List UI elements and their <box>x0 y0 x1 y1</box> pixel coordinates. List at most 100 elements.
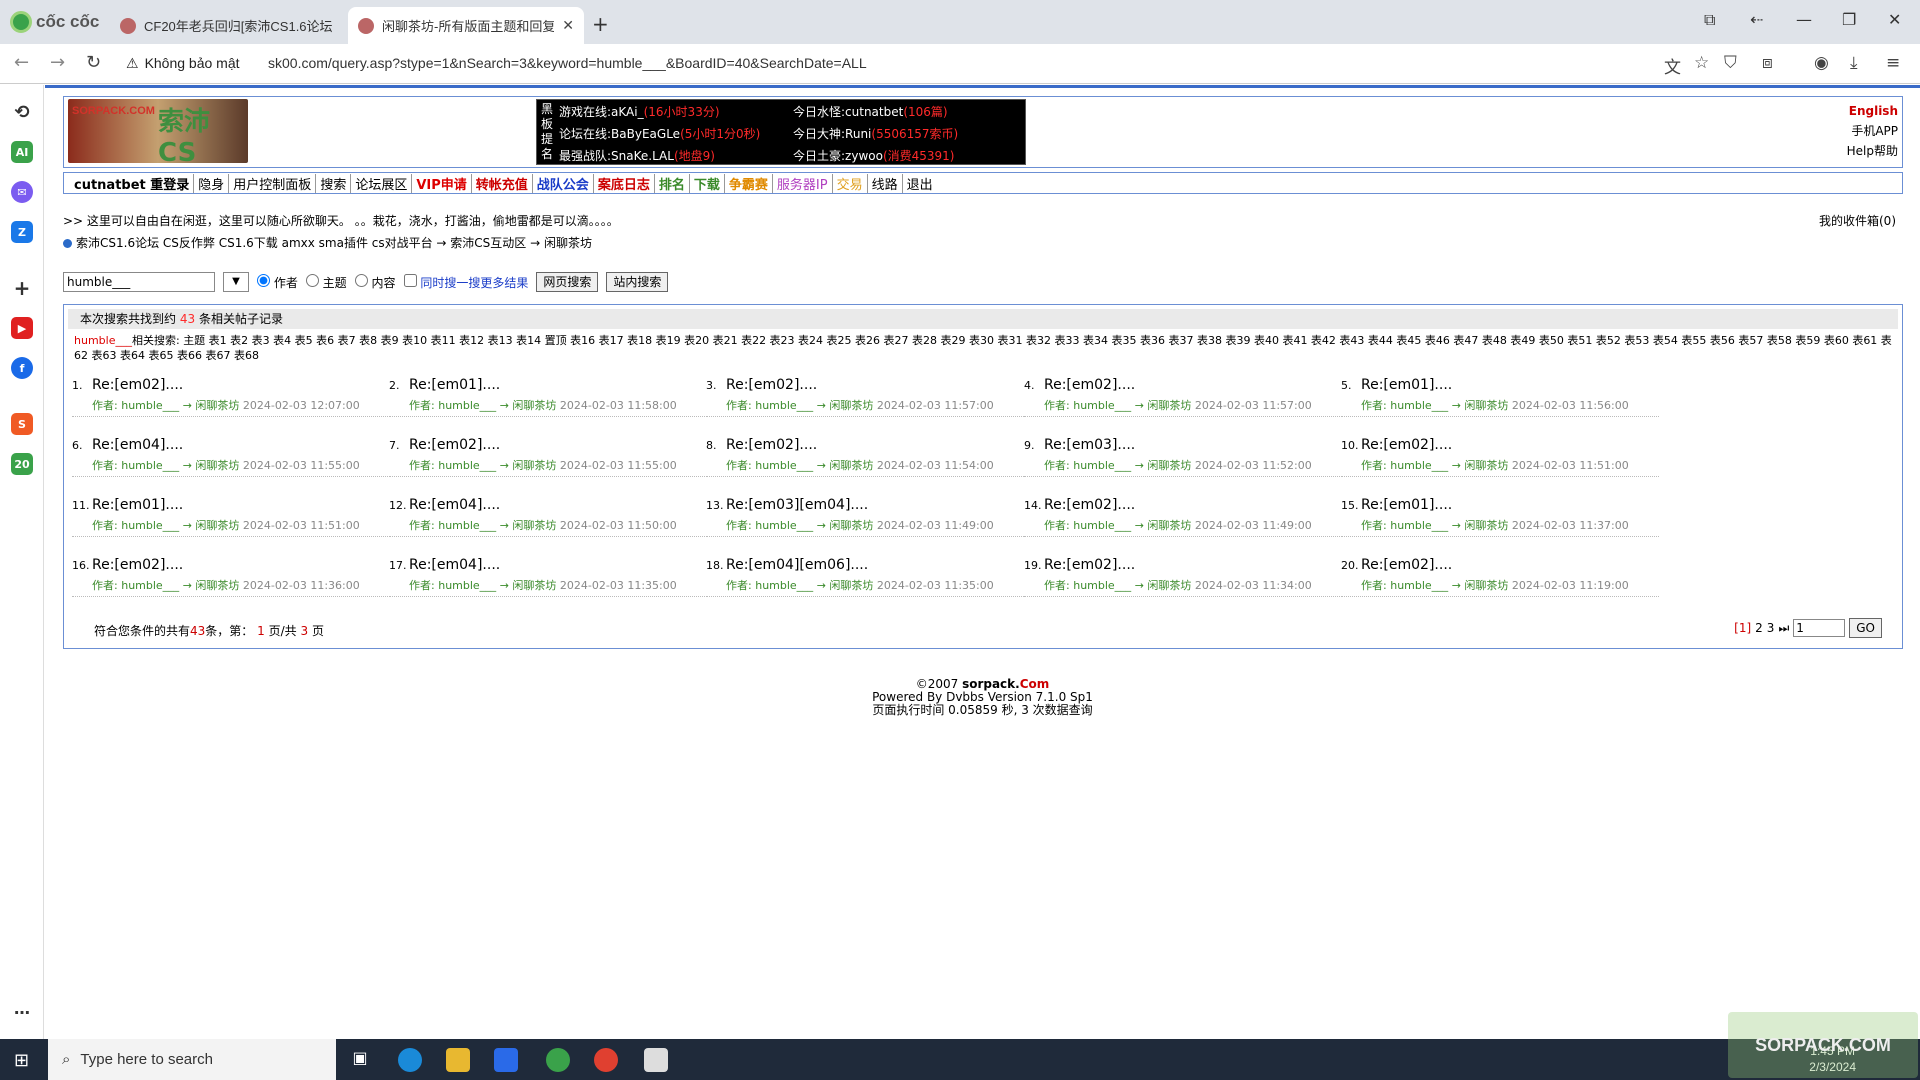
result-title-link[interactable]: Re:[em02].... <box>726 377 817 393</box>
new-tab-button[interactable]: + <box>592 12 609 36</box>
result-board-link[interactable]: 闲聊茶坊 <box>512 399 556 412</box>
result-board-link[interactable]: 闲聊茶坊 <box>512 459 556 472</box>
more-results-label[interactable]: 同时搜一搜更多结果 <box>403 273 528 291</box>
result-title-link[interactable]: Re:[em03].... <box>1044 437 1135 453</box>
result-author-link[interactable]: humble___ <box>438 399 496 412</box>
result-board-link[interactable]: 闲聊茶坊 <box>1147 459 1191 472</box>
menu-championship[interactable]: 争霸赛 <box>725 173 773 193</box>
site-name[interactable]: sorpack. <box>962 677 1020 691</box>
windows-start-icon[interactable]: ⊞ <box>14 1050 29 1071</box>
extensions-icon[interactable]: ⧈ <box>1762 53 1773 73</box>
result-board-link[interactable]: 闲聊茶坊 <box>512 579 556 592</box>
result-board-link[interactable]: 闲聊茶坊 <box>195 519 239 532</box>
result-title-link[interactable]: Re:[em02].... <box>409 437 500 453</box>
result-board-link[interactable]: 闲聊茶坊 <box>1464 519 1508 532</box>
result-title-link[interactable]: Re:[em03][em04].... <box>726 497 868 513</box>
result-board-link[interactable]: 闲聊茶坊 <box>195 579 239 592</box>
menu-trade[interactable]: 交易 <box>833 173 868 193</box>
top-master-user[interactable]: 今日大神:Runi <box>793 127 871 141</box>
restore-button[interactable]: ❐ <box>1842 10 1856 29</box>
result-board-link[interactable]: 闲聊茶坊 <box>195 399 239 412</box>
result-board-link[interactable]: 闲聊茶坊 <box>829 399 873 412</box>
menu-vip[interactable]: VIP申请 <box>412 173 472 193</box>
close-tab-icon[interactable]: ✕ <box>562 17 574 34</box>
result-title-link[interactable]: Re:[em02].... <box>1044 497 1135 513</box>
result-title-link[interactable]: Re:[em02].... <box>1044 377 1135 393</box>
result-title-link[interactable]: Re:[em01].... <box>92 497 183 513</box>
result-author-link[interactable]: humble___ <box>1073 399 1131 412</box>
result-board-link[interactable]: 闲聊茶坊 <box>512 519 556 532</box>
result-author-link[interactable]: humble___ <box>1390 579 1448 592</box>
result-board-link[interactable]: 闲聊茶坊 <box>829 579 873 592</box>
store-icon[interactable] <box>494 1048 518 1072</box>
subject-radio-label[interactable]: 主题 <box>305 273 347 291</box>
result-title-link[interactable]: Re:[em04].... <box>92 437 183 453</box>
result-board-link[interactable]: 闲聊茶坊 <box>1464 579 1508 592</box>
result-title-link[interactable]: Re:[em02].... <box>92 557 183 573</box>
result-title-link[interactable]: Re:[em01].... <box>1361 377 1452 393</box>
site-domain[interactable]: Com <box>1020 677 1050 691</box>
coccoc-logo[interactable]: cốc cốc <box>10 9 99 35</box>
last-page-icon[interactable]: ⏭ <box>1778 621 1789 636</box>
menu-logout[interactable]: 退出 <box>903 174 937 193</box>
game-online-user[interactable]: 游戏在线:aKAi_ <box>559 105 644 119</box>
result-author-link[interactable]: humble___ <box>121 399 179 412</box>
related-terms[interactable]: 主题 表1 表2 表3 表4 表5 表6 表7 表8 表9 表10 表11 表1… <box>74 334 1892 362</box>
menu-team-guild[interactable]: 战队公会 <box>533 173 594 193</box>
bookmark-star-icon[interactable]: ☆ <box>1694 53 1709 73</box>
tab-chat-room[interactable]: 闲聊茶坊-所有版面主题和回复 ✕ <box>348 7 584 44</box>
result-board-link[interactable]: 闲聊茶坊 <box>1464 399 1508 412</box>
forward-icon[interactable]: → <box>50 52 65 73</box>
water-monster-user[interactable]: 今日水怪:cutnatbet <box>793 105 903 119</box>
related-user[interactable]: humble___ <box>74 334 132 347</box>
content-radio[interactable] <box>354 273 368 287</box>
result-title-link[interactable]: Re:[em02].... <box>1361 437 1452 453</box>
mobile-app-link[interactable]: 手机APP <box>1847 121 1898 141</box>
result-author-link[interactable]: humble___ <box>438 459 496 472</box>
menu-exhibit[interactable]: 论坛展区 <box>351 173 413 193</box>
result-title-link[interactable]: Re:[em02].... <box>1044 557 1135 573</box>
inbox-link[interactable]: 我的收件箱(0) <box>1819 212 1896 229</box>
download-icon[interactable]: ⤓ <box>1850 53 1858 73</box>
subject-radio[interactable] <box>305 273 319 287</box>
result-board-link[interactable]: 闲聊茶坊 <box>195 459 239 472</box>
rich-user[interactable]: 今日土豪:zywoo <box>793 149 883 163</box>
result-author-link[interactable]: humble___ <box>121 519 179 532</box>
result-title-link[interactable]: Re:[em02].... <box>92 377 183 393</box>
back-icon[interactable]: ← <box>14 52 29 73</box>
menu-download[interactable]: 下载 <box>690 173 725 193</box>
result-title-link[interactable]: Re:[em04].... <box>409 497 500 513</box>
menu-control-panel[interactable]: 用户控制面板 <box>229 173 317 193</box>
site-search-button[interactable]: 站内搜索 <box>606 272 669 292</box>
add-app-icon[interactable]: + <box>11 276 33 300</box>
reload-icon[interactable]: ↻ <box>86 52 101 73</box>
result-author-link[interactable]: humble___ <box>755 459 813 472</box>
taskbar-search[interactable]: ⌕ Type here to search <box>48 1039 336 1080</box>
more-results-checkbox[interactable] <box>403 273 417 287</box>
coccoc-taskbar-icon[interactable] <box>546 1048 570 1072</box>
calendar-icon[interactable]: 20 <box>11 453 33 475</box>
result-title-link[interactable]: Re:[em02].... <box>1361 557 1452 573</box>
search-input[interactable] <box>63 272 215 292</box>
result-author-link[interactable]: humble___ <box>1390 459 1448 472</box>
result-board-link[interactable]: 闲聊茶坊 <box>1147 579 1191 592</box>
menu-server-ip[interactable]: 服务器IP <box>773 173 833 193</box>
shopee-icon[interactable]: S <box>11 413 33 435</box>
result-title-link[interactable]: Re:[em04][em06].... <box>726 557 868 573</box>
result-author-link[interactable]: humble___ <box>438 519 496 532</box>
result-author-link[interactable]: humble___ <box>755 519 813 532</box>
author-radio-label[interactable]: 作者 <box>257 273 298 291</box>
close-window-button[interactable]: ✕ <box>1888 10 1901 29</box>
page-number-input[interactable] <box>1793 619 1846 637</box>
profile-icon[interactable]: ◉ <box>1814 53 1829 73</box>
tab-cf20[interactable]: CF20年老兵回归[索沛CS1.6论坛 C <box>110 7 342 44</box>
zalo-icon[interactable]: Z <box>11 221 33 243</box>
result-title-link[interactable]: Re:[em02].... <box>726 437 817 453</box>
breadcrumb-text[interactable]: 索沛CS1.6论坛 CS反作弊 CS1.6下载 amxx sma插件 cs对战平… <box>76 236 592 250</box>
author-radio[interactable] <box>257 273 270 287</box>
page-3-link[interactable]: 3 <box>1767 621 1775 635</box>
result-author-link[interactable]: humble___ <box>438 579 496 592</box>
screenshot-icon[interactable]: ⧉ <box>1704 10 1715 30</box>
menu-rank[interactable]: 排名 <box>655 173 690 193</box>
shield-icon[interactable]: ⛉ <box>1724 53 1737 73</box>
